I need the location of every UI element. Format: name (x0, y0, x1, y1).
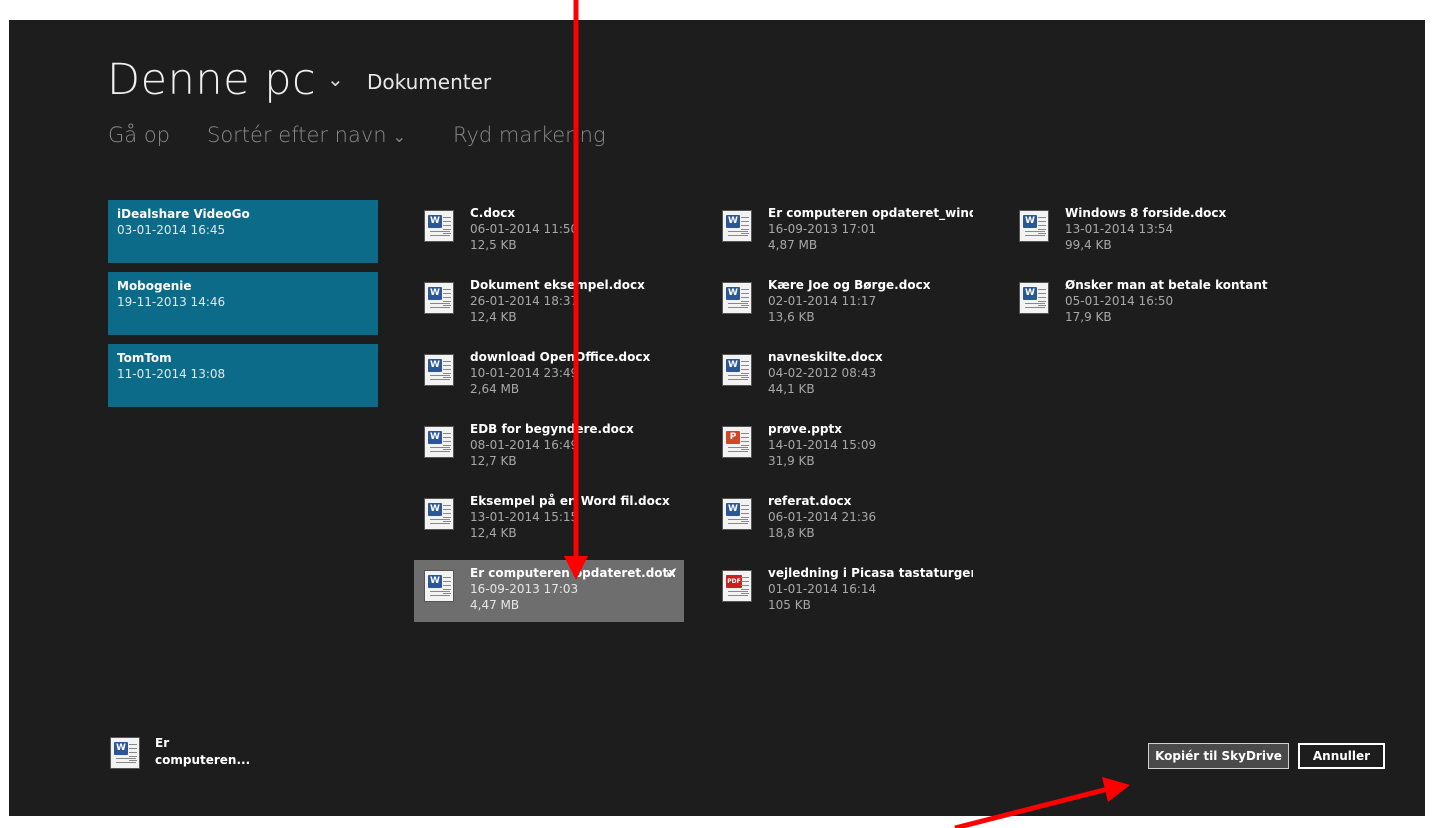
cancel-button[interactable]: Annuller (1298, 743, 1385, 769)
file-tile[interactable]: W Ønsker man at betale kontant p... 05-01-… (1009, 272, 1279, 334)
file-date: 13-01-2014 15:15 (470, 510, 579, 524)
file-name: Windows 8 forside.docx (1065, 206, 1227, 220)
file-tile[interactable]: W Er computeren opdateret.dotx 16-09-2013 … (414, 560, 684, 622)
folder-tile[interactable]: iDealshare VideoGo 03-01-2014 16:45 (108, 200, 378, 263)
file-tile[interactable]: Wreferat.docx 06-01-2014 21:36 18,8 KB (712, 488, 982, 550)
folder-name: Mobogenie (117, 279, 192, 293)
file-tile[interactable]: W C.docx 06-01-2014 11:50 12,5 KB (414, 200, 684, 262)
file-date: 06-01-2014 11:50 (470, 222, 579, 236)
file-tile[interactable]: W Kære Joe og Børge.docx 02-01-2014 11:17 1… (712, 272, 982, 334)
file-date: 01-01-2014 16:14 (768, 582, 877, 596)
folder-date: 03-01-2014 16:45 (117, 223, 226, 237)
checkmark-icon: ✔ (665, 564, 678, 582)
file-name: C.docx (470, 206, 516, 220)
clear-selection-label: Ryd markering (453, 123, 606, 147)
file-name: Er computeren opdateret.dotx (470, 566, 675, 580)
file-date: 02-01-2014 11:17 (768, 294, 877, 308)
file-tile[interactable]: Wnavneskilte.docx 04-02-2012 08:43 44,1 KB (712, 344, 982, 406)
file-size: 12,7 KB (470, 454, 517, 468)
file-name: Dokument eksempel.docx (470, 278, 645, 292)
word-document-icon: W (424, 282, 454, 314)
word-document-icon: W (1019, 282, 1049, 314)
pdf-icon: PDF (722, 570, 752, 602)
file-size: 4,47 MB (470, 598, 520, 612)
file-date: 10-01-2014 23:49 (470, 366, 579, 380)
file-date: 13-01-2014 13:54 (1065, 222, 1174, 236)
sort-label: Sortér efter navn (207, 123, 387, 147)
folder-name: TomTom (117, 351, 172, 365)
sort-command[interactable]: Sortér efter navn ⌄ (207, 123, 406, 147)
file-size: 2,64 MB (470, 382, 520, 396)
word-document-icon: W (424, 210, 454, 242)
powerpoint-icon: P (722, 426, 752, 458)
word-document-icon: W (1019, 210, 1049, 242)
file-tile[interactable]: Pprøve.pptx 14-01-2014 15:09 31,9 KB (712, 416, 982, 478)
file-tile[interactable]: W Windows 8 forside.docx 13-01-2014 13:54 9… (1009, 200, 1279, 262)
file-size: 99,4 KB (1065, 238, 1112, 252)
file-name: Eksempel på en Word fil.docx (470, 494, 670, 508)
file-date: 06-01-2014 21:36 (768, 510, 877, 524)
file-tile[interactable]: W EDB for begyndere.docx 08-01-2014 16:49 1… (414, 416, 684, 478)
file-size: 18,8 KB (768, 526, 815, 540)
file-name: Ønsker man at betale kontant p... (1065, 278, 1270, 292)
file-name: prøve.pptx (768, 422, 842, 436)
folder-date: 19-11-2013 14:46 (117, 295, 226, 309)
file-tile[interactable]: PDF vejledning i Picasa tastaturgenv... 01… (712, 560, 982, 622)
file-date: 14-01-2014 15:09 (768, 438, 877, 452)
sort-chevron-down-icon: ⌄ (392, 127, 407, 146)
file-size: 105 KB (768, 598, 811, 612)
word-template-icon: W (110, 737, 140, 769)
word-template-icon: W (424, 570, 454, 602)
file-name: navneskilte.docx (768, 350, 883, 364)
location-title[interactable]: Denne pc (107, 55, 316, 105)
file-tile[interactable]: W Dokument eksempel.docx 26-01-2014 18:37 1… (414, 272, 684, 334)
word-document-icon: W (722, 210, 752, 242)
word-document-icon: W (424, 498, 454, 530)
word-document-icon: W (424, 426, 454, 458)
selected-file-thumbnail[interactable]: W (110, 735, 144, 771)
file-name: EDB for begyndere.docx (470, 422, 634, 436)
file-name: referat.docx (768, 494, 852, 508)
file-date: 08-01-2014 16:49 (470, 438, 579, 452)
file-size: 12,4 KB (470, 310, 517, 324)
folder-name: iDealshare VideoGo (117, 207, 250, 221)
word-document-icon: W (722, 498, 752, 530)
word-document-icon: W (722, 354, 752, 386)
file-name: vejledning i Picasa tastaturgenv... (768, 566, 973, 580)
word-document-icon: W (424, 354, 454, 386)
folder-date: 11-01-2014 13:08 (117, 367, 226, 381)
file-size: 4,87 MB (768, 238, 818, 252)
file-size: 12,5 KB (470, 238, 517, 252)
folder-tile[interactable]: Mobogenie 19-11-2013 14:46 (108, 272, 378, 335)
selected-file-name-line1: Er (155, 736, 170, 750)
file-date: 04-02-2012 08:43 (768, 366, 877, 380)
selected-file-name: Er computeren... (155, 735, 255, 769)
file-size: 44,1 KB (768, 382, 815, 396)
file-tile[interactable]: Wdownload OpenOffice.docx 10-01-2014 23:4… (414, 344, 684, 406)
selected-file-name-line2: computeren... (155, 753, 251, 767)
file-name: Kære Joe og Børge.docx (768, 278, 931, 292)
file-tile[interactable]: W Eksempel på en Word fil.docx 13-01-2014 … (414, 488, 684, 550)
go-up-command[interactable]: Gå op (108, 123, 170, 147)
word-document-icon: W (722, 282, 752, 314)
file-name: Er computeren opdateret_wind... (768, 206, 973, 220)
copy-to-skydrive-button[interactable]: Kopiér til SkyDrive (1148, 743, 1289, 769)
file-date: 05-01-2014 16:50 (1065, 294, 1174, 308)
file-date: 26-01-2014 18:37 (470, 294, 579, 308)
file-size: 17,9 KB (1065, 310, 1112, 324)
file-tile[interactable]: W Er computeren opdateret_wind... 16-09-20… (712, 200, 982, 262)
go-up-label: Gå op (108, 123, 170, 147)
file-date: 16-09-2013 17:01 (768, 222, 877, 236)
file-size: 13,6 KB (768, 310, 815, 324)
folder-tile[interactable]: TomTom 11-01-2014 13:08 (108, 344, 378, 407)
clear-selection-command[interactable]: Ryd markering (453, 123, 606, 147)
location-chevron-down-icon[interactable]: ⌄ (327, 67, 344, 91)
file-size: 12,4 KB (470, 526, 517, 540)
file-size: 31,9 KB (768, 454, 815, 468)
file-date: 16-09-2013 17:03 (470, 582, 579, 596)
subfolder-title: Dokumenter (367, 70, 492, 94)
file-name: download OpenOffice.docx (470, 350, 651, 364)
